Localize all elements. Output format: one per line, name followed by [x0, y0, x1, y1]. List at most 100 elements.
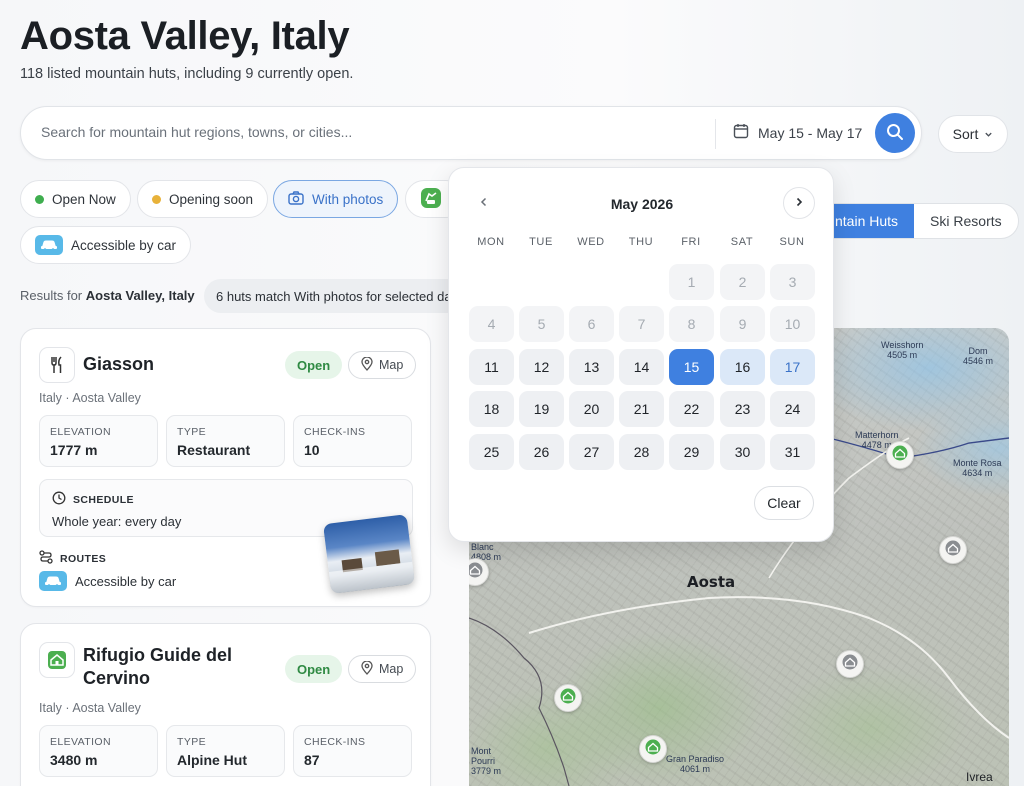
stat-value: 3480 m — [50, 752, 98, 768]
stat-label: ELEVATION — [50, 736, 111, 748]
map-button-label: Map — [379, 358, 404, 372]
calendar-day-13[interactable]: 13 — [569, 349, 614, 385]
filter-open-now[interactable]: Open Now — [20, 180, 131, 218]
stat-label: ELEVATION — [50, 426, 111, 438]
weekday-mon: MON — [477, 236, 505, 248]
status-badge: Open — [285, 351, 343, 379]
stat-value: 10 — [304, 442, 320, 458]
weekday-sun: SUN — [779, 236, 805, 248]
calendar-day-11[interactable]: 11 — [469, 349, 514, 385]
hut-pin-icon — [945, 540, 961, 561]
filter-accessible-by-car[interactable]: Accessible by car — [20, 226, 192, 264]
match-summary: 6 huts match With photos for selected da… — [204, 279, 464, 313]
calendar-day-28[interactable]: 28 — [619, 434, 664, 470]
house-icon — [39, 642, 75, 678]
weekday-tue: TUE — [529, 236, 553, 248]
calendar-day-20[interactable]: 20 — [569, 391, 614, 427]
calendar-day-8: 8 — [669, 306, 714, 342]
calendar-day-14[interactable]: 14 — [619, 349, 664, 385]
date-range-picker[interactable]: May 15 - May 17 — [733, 123, 862, 142]
calendar-day-19[interactable]: 19 — [519, 391, 564, 427]
hut-pin-icon — [560, 688, 576, 709]
map-pin-icon — [361, 659, 373, 678]
open-now-dot — [35, 194, 44, 204]
calendar-day-25[interactable]: 25 — [469, 434, 514, 470]
calendar-day-30[interactable]: 30 — [720, 434, 765, 470]
hut-pin-icon — [892, 445, 908, 466]
chevron-right-icon — [794, 194, 804, 212]
sort-button[interactable]: Sort — [938, 115, 1008, 153]
stat-value: 1777 m — [50, 442, 98, 458]
stat-label: CHECK-INS — [304, 736, 366, 748]
schedule-heading: SCHEDULE — [52, 491, 134, 508]
map-button[interactable]: Map — [348, 655, 417, 683]
calendar-day-15[interactable]: 15 — [669, 349, 714, 385]
calendar-day-7: 7 — [619, 306, 664, 342]
hut-name[interactable]: Giasson — [83, 353, 154, 376]
results-prefix: Results for — [20, 288, 83, 303]
calendar-day-29[interactable]: 29 — [669, 434, 714, 470]
stat-type: TYPE Alpine Hut — [166, 725, 285, 777]
stat-label: TYPE — [177, 426, 207, 438]
lift-icon — [420, 187, 442, 212]
next-month-button[interactable] — [783, 187, 815, 219]
filter-opening-soon-label: Opening soon — [169, 191, 254, 207]
weekday-thu: THU — [628, 236, 654, 248]
hut-name[interactable]: Rifugio Guide del Cervino — [83, 644, 273, 690]
calendar-day-22[interactable]: 22 — [669, 391, 714, 427]
calendar-day-26[interactable]: 26 — [519, 434, 564, 470]
filter-with-photos-label: With photos — [312, 191, 384, 207]
stat-label: CHECK-INS — [304, 426, 366, 438]
map-button[interactable]: Map — [348, 351, 417, 379]
clock-icon — [52, 491, 66, 508]
filter-with-photos[interactable]: With photos — [273, 180, 399, 218]
peak-label-weisshorn: Weisshorn 4505 m — [881, 340, 924, 360]
route-item: Accessible by car — [39, 571, 176, 591]
clear-dates-button[interactable]: Clear — [754, 486, 814, 520]
calendar-day-3: 3 — [770, 264, 815, 300]
page-subtitle: 118 listed mountain huts, including 9 cu… — [20, 66, 354, 82]
calendar-day-5: 5 — [519, 306, 564, 342]
hut-photo[interactable] — [323, 514, 415, 594]
sort-label: Sort — [952, 126, 979, 142]
routes-heading: ROUTES — [39, 550, 106, 567]
hut-card-rifugio-guide-del-cervino[interactable]: Rifugio Guide del Cervino Open Map Italy… — [20, 623, 431, 786]
results-region: Aosta Valley, Italy — [85, 288, 195, 303]
hut-location: Italy · Aosta Valley — [39, 701, 141, 715]
weekday-sat: SAT — [730, 236, 754, 248]
hut-pin-icon — [469, 562, 483, 583]
calendar-day-17[interactable]: 17 — [770, 349, 815, 385]
search-button[interactable] — [875, 113, 915, 153]
calendar-day-31[interactable]: 31 — [770, 434, 815, 470]
calendar-day-24[interactable]: 24 — [770, 391, 815, 427]
map-pin-closed[interactable] — [836, 650, 864, 678]
map-pin-closed[interactable] — [939, 536, 967, 564]
stat-check-ins: CHECK-INS 87 — [293, 725, 412, 777]
calendar-day-10: 10 — [770, 306, 815, 342]
stat-label: TYPE — [177, 736, 207, 748]
peak-label-gran-paradiso: Gran Paradiso 4061 m — [666, 754, 725, 774]
calendar-day-2: 2 — [720, 264, 765, 300]
calendar-day-23[interactable]: 23 — [720, 391, 765, 427]
calendar-day-12[interactable]: 12 — [519, 349, 564, 385]
search-input[interactable] — [41, 124, 681, 140]
map-pin-open[interactable] — [554, 684, 582, 712]
peak-label-monte-rosa: Monte Rosa 4634 m — [953, 458, 1002, 478]
stat-elevation: ELEVATION 3480 m — [39, 725, 158, 777]
date-range-label: May 15 - May 17 — [758, 124, 863, 141]
map-button-label: Map — [379, 662, 404, 676]
calendar-day-16[interactable]: 16 — [720, 349, 765, 385]
calendar-day-27[interactable]: 27 — [569, 434, 614, 470]
filter-opening-soon[interactable]: Opening soon — [137, 180, 269, 218]
tab-ski-resorts[interactable]: Ski Resorts — [914, 204, 1018, 238]
hut-card-giasson[interactable]: Giasson Open Map Italy · Aosta Valley EL… — [20, 328, 431, 607]
map-pin-open[interactable] — [639, 735, 667, 763]
calendar-day-9: 9 — [720, 306, 765, 342]
stat-check-ins: CHECK-INS 10 — [293, 415, 412, 467]
map-pin-open[interactable] — [886, 441, 914, 469]
map-pin-icon — [361, 355, 373, 374]
calendar-day-21[interactable]: 21 — [619, 391, 664, 427]
calendar-day-1: 1 — [669, 264, 714, 300]
route-value: Accessible by car — [75, 573, 177, 589]
calendar-day-18[interactable]: 18 — [469, 391, 514, 427]
